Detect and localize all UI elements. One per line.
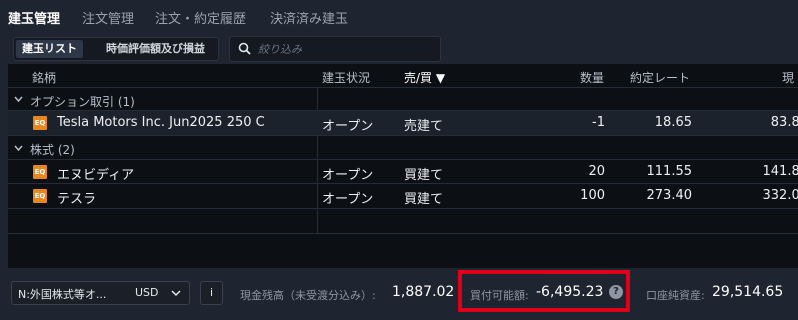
info-button[interactable]: i [200,281,223,305]
tab-positions[interactable]: 建玉管理 [8,8,60,27]
equity-badge-icon: EQ [33,165,47,179]
equity-badge-icon: EQ [33,116,47,130]
cash-balance-value: 1,887.02 [392,284,455,300]
symbol-name: テスラ [57,192,97,207]
divider [8,87,798,88]
account-selector[interactable]: N:外国株式等オ... USD [11,281,190,305]
trade-rate: 111.55 [646,164,693,179]
equity-badge-icon: EQ [33,189,47,203]
chevron-down-icon [171,290,181,297]
column-header-side[interactable]: 売/買 ▼ [404,69,445,86]
position-side: 売建て [404,119,444,134]
position-side: 買建て [404,192,444,207]
filter-input[interactable] [258,40,433,58]
column-header-current[interactable]: 現 [782,69,794,86]
group-label: 株式 (2) [30,143,75,157]
trade-rate: 273.40 [646,188,693,203]
position-quantity: 100 [580,188,605,203]
position-status: オープン [322,168,374,183]
net-assets-value: 29,514.65 [712,284,784,300]
filter-search-box [229,36,441,62]
chevron-down-icon [14,96,23,103]
position-quantity: -1 [592,115,605,130]
position-quantity: 20 [588,164,605,179]
positions-table: 銘柄 建玉状況 売/買 ▼ 数量 約定レート 現 オプション取引 (1) EQ … [8,64,798,268]
chevron-down-icon [14,145,23,152]
view-toggle: 建玉リスト 時価評価額及び損益 [13,37,219,61]
net-assets-label: 口座純資産: [646,289,705,302]
position-status: オープン [322,192,374,207]
cash-balance-label: 現金残高（未受渡分込み）: [240,289,376,302]
symbol-name: Tesla Motors Inc. Jun2025 250 C [57,115,265,130]
divider [8,233,798,234]
top-tab-bar: 建玉管理 注文管理 注文・約定履歴 決済済み建玉 [0,0,798,32]
divider [8,159,798,160]
tab-orders[interactable]: 注文管理 [82,8,134,27]
current-price: 141.83 [762,164,798,179]
symbol-name: エヌビディア [57,168,135,183]
column-header-symbol[interactable]: 銘柄 [32,69,56,86]
sort-desc-icon: ▼ [435,71,446,85]
divider [8,183,798,184]
current-price: 83.80 [770,115,798,130]
highlight-box [458,270,630,312]
position-side: 買建て [404,168,444,183]
divider [317,87,318,233]
position-status: オープン [322,119,374,134]
column-header-quantity[interactable]: 数量 [574,69,604,86]
divider [8,135,798,136]
column-header-status[interactable]: 建玉状況 [322,69,370,86]
column-header-trade-rate[interactable]: 約定レート [630,69,690,86]
view-toggle-valuation[interactable]: 時価評価額及び損益 [100,40,211,58]
current-price: 332.05 [762,188,798,203]
search-icon [238,42,251,55]
tab-closed-positions[interactable]: 決済済み建玉 [270,8,348,27]
group-label: オプション取引 (1) [30,95,135,109]
divider [8,208,798,209]
tab-order-history[interactable]: 注文・約定履歴 [155,8,246,27]
currency-value: USD [135,286,159,299]
trade-rate: 18.65 [654,115,692,130]
account-name: N:外国株式等オ... [18,288,107,301]
view-toggle-position-list[interactable]: 建玉リスト [16,40,83,58]
